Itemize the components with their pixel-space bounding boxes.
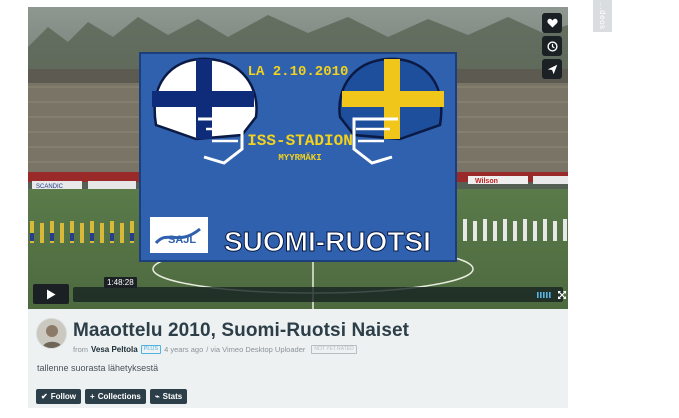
upload-age: 4 years ago	[164, 345, 204, 354]
page: ...deos SCANDIC Wilson LA 2.10.2010 ISS-…	[0, 0, 679, 418]
follow-button[interactable]: ✔ Follow	[36, 389, 82, 404]
progress-bar[interactable]: 1:48:28	[73, 277, 566, 302]
video-description: tallenne suorasta lähetyksestä	[37, 363, 159, 373]
video-title[interactable]: Maaottelu 2010, Suomi-Ruotsi Naiset	[73, 320, 409, 342]
video-card: SCANDIC Wilson LA 2.10.2010 ISS-STADION …	[28, 7, 568, 408]
graphic-org: SAJL	[168, 234, 196, 246]
graphic-date: LA 2.10.2010	[248, 64, 349, 80]
plus-icon: +	[90, 391, 95, 401]
owner-link[interactable]: Vesa Peltola	[91, 345, 138, 354]
stats-button[interactable]: ⌁ Stats	[149, 389, 188, 404]
rating-badge[interactable]: NOT YET RATED	[311, 345, 357, 354]
graphic-match: SUOMI-RUOTSI	[224, 226, 431, 257]
fullscreen-icon[interactable]	[557, 290, 567, 300]
video-player[interactable]: SCANDIC Wilson LA 2.10.2010 ISS-STADION …	[28, 7, 568, 309]
plus-badge[interactable]: PLUS	[140, 345, 162, 354]
check-icon: ✔	[41, 391, 48, 401]
stats-label: Stats	[162, 392, 183, 401]
side-tab-label: ...deos	[598, 2, 607, 30]
heart-icon	[546, 18, 558, 28]
follow-label: Follow	[50, 392, 77, 401]
title-graphic: LA 2.10.2010 ISS-STADION MYYRMÄKI SAJL S…	[139, 52, 457, 262]
video-frame: SCANDIC Wilson LA 2.10.2010 ISS-STADION …	[28, 7, 568, 309]
avatar-image	[37, 319, 66, 348]
graphic-place: MYYRMÄKI	[278, 152, 321, 163]
share-button[interactable]	[542, 59, 562, 79]
collections-label: Collections	[97, 392, 141, 401]
play-button[interactable]	[33, 284, 69, 304]
side-tab[interactable]: ...deos	[593, 0, 612, 32]
action-buttons: ✔ Follow + Collections ⌁ Stats	[36, 389, 188, 404]
stats-icon: ⌁	[154, 391, 160, 401]
like-button[interactable]	[542, 13, 562, 33]
video-info: Maaottelu 2010, Suomi-Ruotsi Naiset from…	[28, 309, 568, 408]
play-icon	[47, 289, 56, 299]
player-controls: 1:48:28	[33, 277, 566, 304]
volume-icon[interactable]	[537, 291, 551, 299]
upload-via: / via Vimeo Desktop Uploader	[206, 345, 306, 354]
video-meta: from Vesa Peltola PLUS 4 years ago / via…	[73, 345, 357, 354]
watch-later-button[interactable]	[542, 36, 562, 56]
from-label: from	[73, 345, 88, 354]
avatar[interactable]	[36, 318, 67, 349]
ad-wilson: Wilson	[475, 178, 498, 185]
clock-icon	[546, 40, 558, 52]
send-icon	[547, 64, 557, 74]
duration-label: 1:48:28	[104, 277, 137, 288]
collections-button[interactable]: + Collections	[85, 389, 146, 404]
graphic-venue: ISS-STADION	[247, 132, 353, 150]
